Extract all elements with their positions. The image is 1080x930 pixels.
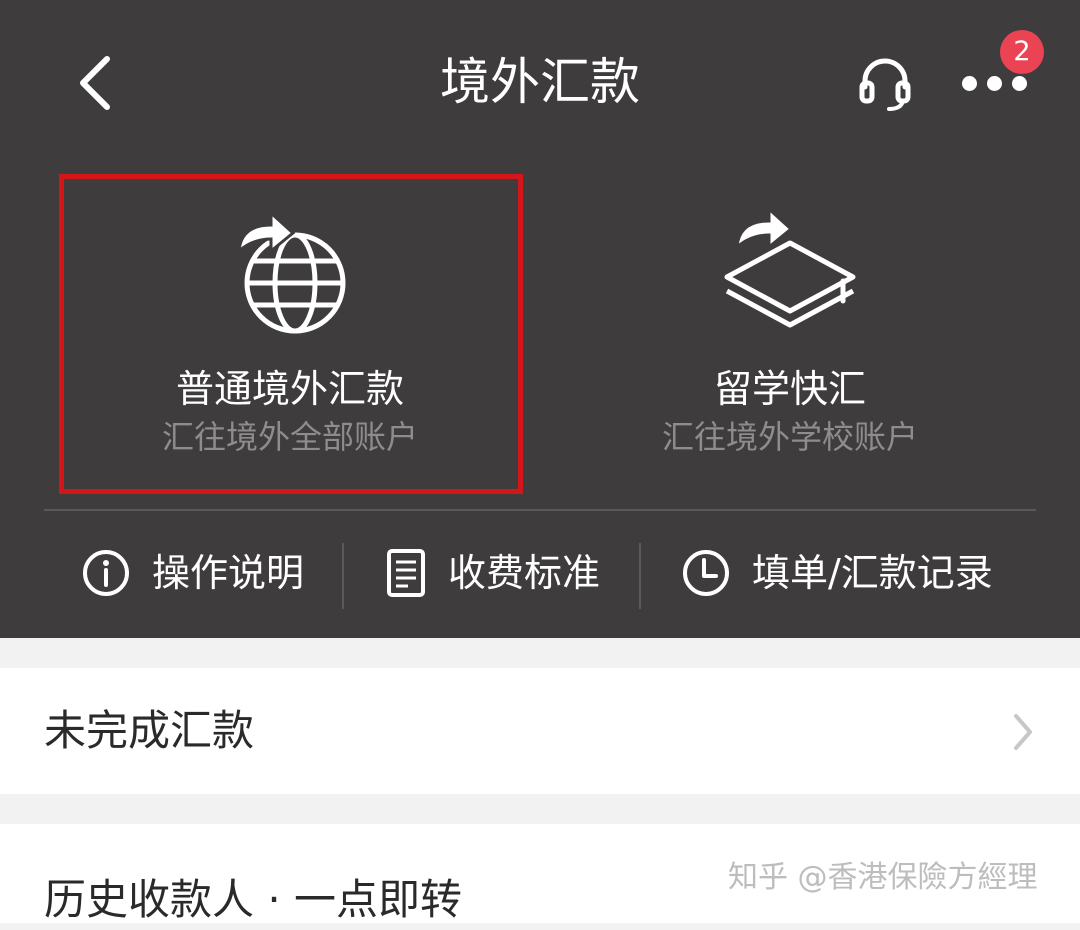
card-subtitle: 汇往境外学校账户	[661, 418, 918, 456]
transfer-type-cards: 普通境外汇款 汇往境外全部账户 留学快汇 汇往境外学校账户	[0, 165, 1080, 510]
card-ordinary-remittance[interactable]: 普通境外汇款 汇往境外全部账户	[40, 165, 540, 510]
header-panel: 境外汇款 2 普通境外汇款 汇往境外全部账户 留学快汇 汇往境外学校账户 操作说…	[0, 0, 1080, 638]
clock-icon	[683, 550, 729, 596]
navigation-bar: 境外汇款 2	[0, 0, 1080, 165]
card-title: 普通境外汇款	[175, 367, 404, 411]
quick-link-records[interactable]: 填单/汇款记录	[682, 535, 993, 611]
separator	[342, 543, 344, 609]
list-item-label: 历史收款人 · 一点即转	[44, 875, 463, 924]
back-button[interactable]	[60, 48, 130, 118]
document-icon	[387, 549, 425, 597]
more-dots-icon	[961, 75, 1027, 91]
notification-badge: 2	[1000, 30, 1044, 74]
list-item-label: 未完成汇款	[44, 706, 255, 755]
quick-link-instructions[interactable]: 操作说明	[82, 535, 304, 611]
chevron-left-icon	[80, 56, 110, 110]
quick-links-bar: 操作说明 收费标准 填单/汇款记录	[0, 511, 1080, 638]
quick-link-label: 操作说明	[152, 551, 305, 595]
customer-service-button[interactable]	[848, 46, 922, 120]
chevron-right-icon	[1014, 714, 1032, 750]
quick-link-fees[interactable]: 收费标准	[386, 535, 600, 611]
separator	[639, 543, 641, 609]
headset-icon	[859, 58, 911, 111]
info-icon	[83, 550, 129, 596]
card-study-abroad-remittance[interactable]: 留学快汇 汇往境外学校账户	[540, 165, 1040, 510]
graduation-cap-transfer-icon	[724, 205, 856, 328]
globe-transfer-icon	[237, 209, 346, 334]
list-item-pending-remittance[interactable]: 未完成汇款	[0, 668, 1080, 794]
quick-link-label: 收费标准	[448, 551, 601, 595]
quick-link-label: 填单/汇款记录	[752, 551, 993, 595]
card-subtitle: 汇往境外全部账户	[161, 418, 418, 456]
card-title: 留学快汇	[713, 367, 866, 411]
list-item-history-payees[interactable]: 历史收款人 · 一点即转	[0, 824, 1080, 924]
